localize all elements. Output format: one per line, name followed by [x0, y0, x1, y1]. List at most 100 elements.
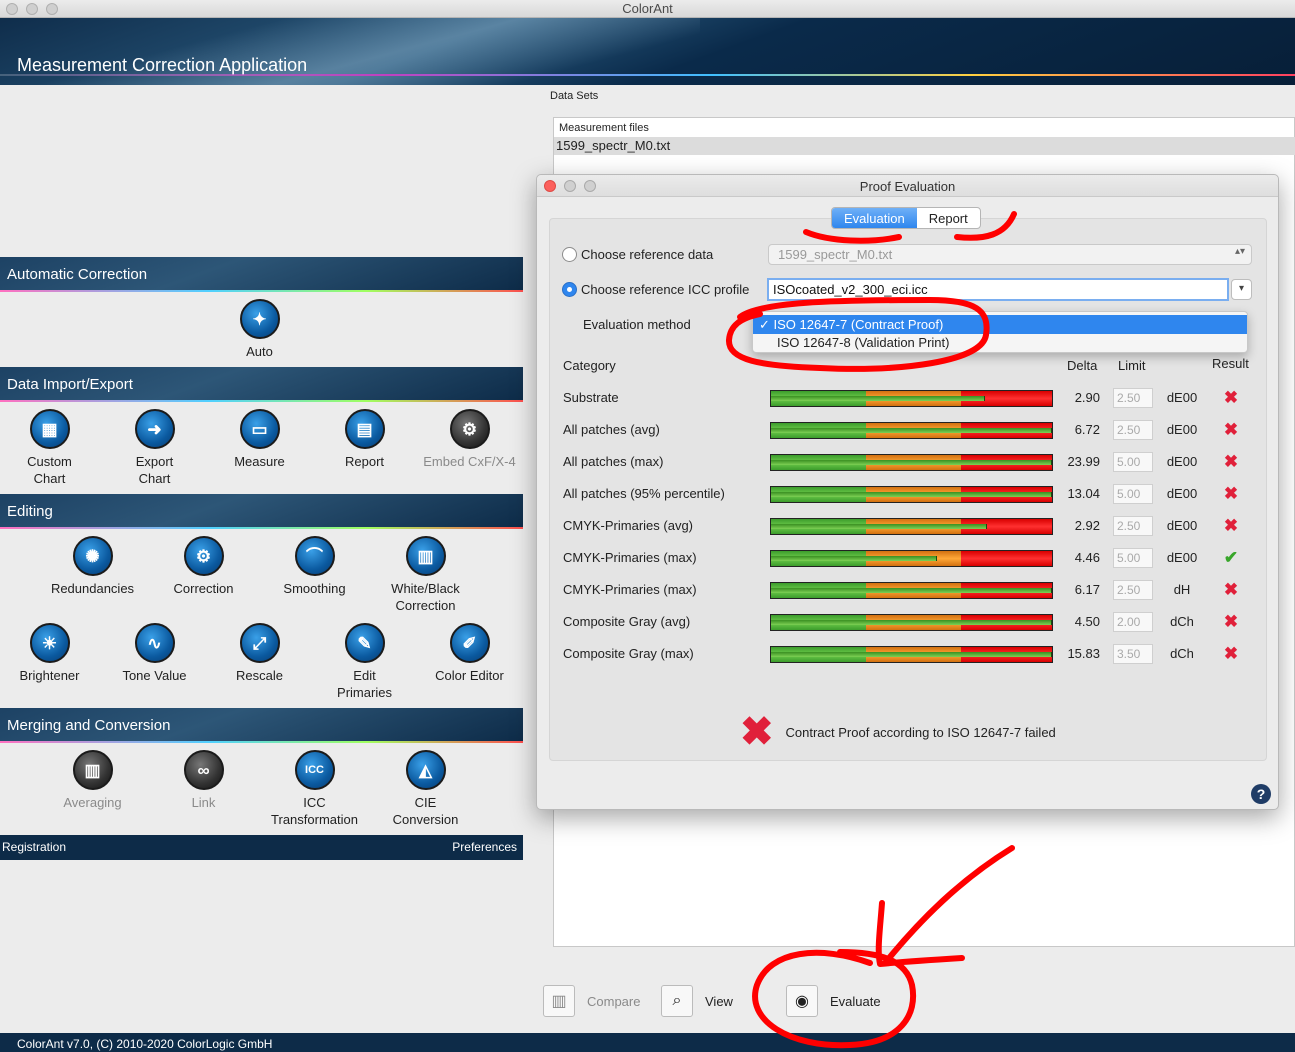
link-icon: ∞ — [183, 750, 224, 790]
registration-link[interactable]: Registration — [2, 840, 66, 854]
evaluation-method-menu[interactable]: ✓ ISO 12647-7 (Contract Proof) ISO 12647… — [752, 311, 1248, 353]
tone-value-button[interactable]: ∿ Tone Value — [102, 623, 207, 684]
cxf-pdf-icon: ⚙ — [449, 409, 490, 449]
unit-label: dE00 — [1166, 454, 1198, 469]
help-icon[interactable]: ? — [1251, 784, 1271, 804]
limit-field[interactable]: 5.00 — [1113, 548, 1153, 568]
cie-conversion-button[interactable]: ◭ CIE Conversion — [373, 750, 478, 828]
category-label: All patches (95% percentile) — [563, 486, 725, 501]
unit-label: dCh — [1170, 614, 1194, 629]
limit-field[interactable]: 2.50 — [1113, 580, 1153, 600]
rescale-button[interactable]: ⤢ Rescale — [207, 623, 312, 684]
smoothing-button[interactable]: ⌒ Smoothing — [262, 536, 367, 597]
delta-bar-fill — [771, 460, 1052, 465]
limit-field[interactable]: 2.50 — [1113, 420, 1153, 440]
app-header: Measurement Correction Application — [0, 18, 1295, 85]
delta-value: 6.17 — [1074, 582, 1100, 597]
edit-primaries-button[interactable]: ✎ Edit Primaries — [312, 623, 417, 701]
export-arrow-icon: ➜ — [134, 409, 175, 449]
delta-bar-fill — [771, 428, 1052, 433]
brightener-button[interactable]: ☀ Brightener — [0, 623, 102, 684]
unit-label: dE00 — [1166, 518, 1198, 533]
dialog-close-icon[interactable] — [544, 180, 556, 192]
verdict: ✖ Contract Proof according to ISO 12647-… — [740, 712, 1056, 752]
limit-field[interactable]: 2.50 — [1113, 388, 1153, 408]
icc-transformation-button[interactable]: ICC ICC Transformation — [262, 750, 367, 828]
embed-cxf-button[interactable]: ⚙ Embed CxF/X-4 — [417, 409, 522, 470]
delta-value: 6.72 — [1074, 422, 1100, 437]
pass-check-icon: ✔ — [1223, 548, 1239, 567]
report-button[interactable]: ▤ Report — [312, 409, 417, 470]
result-header: Result — [1212, 356, 1249, 371]
tone-graph-icon: ∿ — [134, 623, 175, 663]
rescale-icon: ⤢ — [239, 623, 280, 663]
delta-bar — [770, 422, 1053, 439]
color-editor-icon: ✐ — [449, 623, 490, 663]
averaging-bars-icon: ▥ — [72, 750, 113, 790]
delta-value: 15.83 — [1067, 646, 1100, 661]
compare-icon: ▥ — [543, 985, 575, 1017]
dialog-minimize-icon — [564, 180, 576, 192]
magic-wand-icon: ✦ — [239, 299, 280, 339]
left-footer-bar: Registration Preferences — [0, 835, 523, 860]
eye-icon: ◉ — [786, 985, 818, 1017]
dialog-zoom-icon — [584, 180, 596, 192]
color-editor-button[interactable]: ✐ Color Editor — [417, 623, 522, 684]
averaging-button[interactable]: ▥ Averaging — [40, 750, 145, 811]
fail-x-icon: ✖ — [1223, 388, 1239, 407]
white-black-correction-button[interactable]: ▥ White/Black Correction — [373, 536, 478, 614]
reference-icc-field[interactable]: ISOcoated_v2_300_eci.icc — [767, 278, 1229, 301]
custom-chart-button[interactable]: ▦ Custom Chart — [0, 409, 102, 487]
limit-field[interactable]: 2.00 — [1113, 612, 1153, 632]
redundancies-icon: ✺ — [72, 536, 113, 576]
redundancies-button[interactable]: ✺ Redundancies — [40, 536, 145, 597]
section-automatic-correction: Automatic Correction — [0, 257, 523, 292]
export-chart-button[interactable]: ➜ Export Chart — [102, 409, 207, 487]
limit-field[interactable]: 5.00 — [1113, 452, 1153, 472]
category-label: All patches (max) — [563, 454, 664, 469]
section-data-import-export: Data Import/Export — [0, 367, 523, 402]
report-document-icon: ▤ — [344, 409, 385, 449]
tab-report[interactable]: Report — [917, 208, 980, 228]
menu-item-contract-proof[interactable]: ✓ ISO 12647-7 (Contract Proof) — [753, 315, 1247, 334]
unit-label: dE00 — [1166, 390, 1198, 405]
menu-item-validation-print[interactable]: ISO 12647-8 (Validation Print) — [753, 333, 1247, 352]
unit-label: dE00 — [1166, 486, 1198, 501]
reference-data-select[interactable]: 1599_spectr_M0.txt ▴▾ — [768, 244, 1252, 265]
chevron-updown-icon: ▴▾ — [1234, 246, 1245, 257]
evaluate-button[interactable]: ◉ Evaluate — [786, 985, 881, 1017]
chevron-down-icon[interactable]: ▾ — [1231, 279, 1252, 300]
delta-bar-fill — [771, 492, 1052, 497]
icc-icon: ICC — [294, 750, 335, 790]
limit-header: Limit — [1118, 358, 1146, 373]
fail-x-icon: ✖ — [1223, 516, 1239, 535]
delta-value: 2.90 — [1074, 390, 1100, 405]
reference-icc-radio[interactable] — [562, 282, 577, 297]
smoothing-curve-icon: ⌒ — [294, 536, 335, 576]
measure-button[interactable]: ▭ Measure — [207, 409, 312, 470]
category-label: CMYK-Primaries (avg) — [563, 518, 694, 533]
reference-data-radio[interactable] — [562, 247, 577, 262]
edit-primaries-icon: ✎ — [344, 623, 385, 663]
delta-header: Delta — [1067, 358, 1098, 373]
limit-field[interactable]: 5.00 — [1113, 484, 1153, 504]
unit-label: dCh — [1170, 646, 1194, 661]
compare-button[interactable]: ▥ Compare — [543, 985, 640, 1017]
list-item[interactable]: 1599_spectr_M0.txt — [554, 137, 1295, 155]
delta-bar — [770, 614, 1053, 631]
tab-evaluation[interactable]: Evaluation — [832, 208, 917, 228]
delta-bar-fill — [771, 652, 1052, 657]
link-button[interactable]: ∞ Link — [151, 750, 256, 811]
chart-grid-icon: ▦ — [29, 409, 70, 449]
preferences-link[interactable]: Preferences — [452, 840, 517, 854]
auto-button[interactable]: ✦ Auto — [207, 299, 312, 360]
fail-x-icon: ✖ — [1223, 580, 1239, 599]
unit-label: dE00 — [1166, 550, 1198, 565]
correction-button[interactable]: ⚙ Correction — [151, 536, 256, 597]
view-button[interactable]: ⌕ View — [661, 985, 733, 1017]
tab-bar: Evaluation Report — [831, 207, 981, 229]
delta-bar — [770, 518, 1053, 535]
delta-value: 13.04 — [1067, 486, 1100, 501]
limit-field[interactable]: 3.50 — [1113, 644, 1153, 664]
limit-field[interactable]: 2.50 — [1113, 516, 1153, 536]
